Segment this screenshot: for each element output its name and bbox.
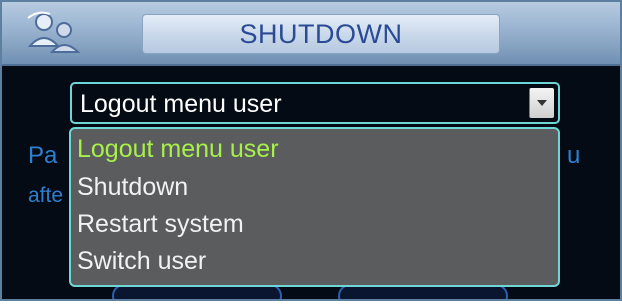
chevron-down-icon[interactable]	[529, 88, 554, 118]
option-switch-user[interactable]: Switch user	[77, 247, 206, 276]
option-shutdown[interactable]: Shutdown	[77, 173, 188, 202]
title-pill: SHUTDOWN	[142, 14, 500, 54]
select-value: Logout menu user	[80, 90, 282, 118]
shutdown-dialog: SHUTDOWN Pa u afte Logout menu user Logo…	[0, 0, 622, 301]
title-bar: SHUTDOWN	[2, 2, 620, 66]
shutdown-type-select[interactable]: Logout menu user	[70, 82, 560, 124]
body-text-line1-left: Pa	[28, 142, 58, 169]
users-icon	[20, 8, 86, 58]
dropdown-list: Logout menu user Shutdown Restart system…	[69, 127, 560, 287]
option-restart-system[interactable]: Restart system	[77, 210, 244, 239]
dialog-title: SHUTDOWN	[239, 18, 403, 49]
body-text-line2-left: afte	[28, 184, 64, 207]
body-text-line1-right: u	[567, 142, 581, 169]
option-logout-menu-user[interactable]: Logout menu user	[77, 135, 279, 164]
